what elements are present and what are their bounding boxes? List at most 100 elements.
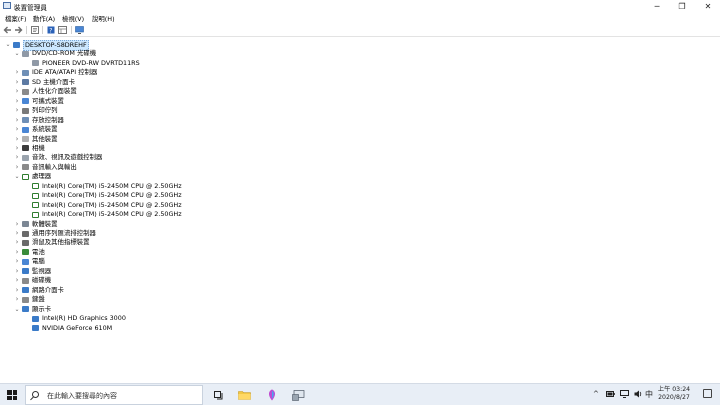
- tree-device[interactable]: Intel(R) Core(TM) i5-2450M CPU @ 2.50GHz: [0, 210, 720, 219]
- expand-chevron-icon[interactable]: ›: [14, 257, 20, 266]
- expand-chevron-icon[interactable]: ›: [14, 248, 20, 257]
- tree-category[interactable]: › 電腦: [0, 257, 720, 266]
- portable-device-icon: [22, 98, 29, 105]
- expand-chevron-icon[interactable]: ›: [14, 78, 20, 87]
- expand-chevron-icon[interactable]: ›: [14, 238, 20, 247]
- expand-chevron-icon[interactable]: ›: [14, 68, 20, 77]
- menu-file[interactable]: 檔案(F): [5, 14, 26, 23]
- help-icon[interactable]: ?: [46, 26, 55, 34]
- tree-node-label: 通用序列匯流排控制器: [32, 229, 96, 237]
- forward-arrow-icon[interactable]: [14, 26, 23, 34]
- collapse-chevron-icon[interactable]: ⌄: [5, 40, 11, 49]
- tree-category[interactable]: › 磁碟機: [0, 276, 720, 285]
- tree-node-label: 磁碟機: [32, 276, 52, 285]
- battery-icon: [22, 249, 29, 256]
- tree-category[interactable]: › 網路介面卡: [0, 286, 720, 295]
- tree-node-label: NVIDIA GeForce 610M: [42, 323, 113, 332]
- tree-device[interactable]: Intel(R) Core(TM) i5-2450M CPU @ 2.50GHz: [0, 182, 720, 191]
- tree-category[interactable]: › 系統裝置: [0, 125, 720, 134]
- expand-chevron-icon[interactable]: ›: [14, 116, 20, 125]
- expand-chevron-icon[interactable]: ›: [14, 220, 20, 229]
- tree-category[interactable]: › 電池: [0, 248, 720, 257]
- battery-tray-icon[interactable]: [606, 391, 615, 399]
- tree-category[interactable]: › 監視器: [0, 267, 720, 276]
- tree-device[interactable]: PIONEER DVD-RW DVRTD11RS: [0, 59, 720, 68]
- menu-action[interactable]: 動作(A): [33, 14, 55, 23]
- tree-category[interactable]: ⌄ 顯示卡: [0, 305, 720, 314]
- maximize-button[interactable]: ❐: [670, 0, 694, 12]
- tray-chevron-icon[interactable]: ^: [593, 390, 599, 398]
- tree-category[interactable]: › 人性化介面裝置: [0, 87, 720, 96]
- title-bar: 裝置管理員 ─ ❐ ✕: [0, 0, 720, 12]
- network-tray-icon[interactable]: [620, 390, 629, 400]
- expand-chevron-icon[interactable]: ›: [14, 106, 20, 115]
- tree-category[interactable]: › 鍵盤: [0, 295, 720, 304]
- expand-chevron-icon[interactable]: ›: [14, 87, 20, 96]
- tree-category[interactable]: › 滑鼠及其他指標裝置: [0, 238, 720, 247]
- tree-device[interactable]: Intel(R) Core(TM) i5-2450M CPU @ 2.50GHz: [0, 191, 720, 200]
- expand-chevron-icon[interactable]: ›: [14, 125, 20, 134]
- monitor-scan-icon[interactable]: [75, 26, 84, 34]
- computer-icon: [13, 41, 20, 48]
- task-view-icon[interactable]: [211, 387, 227, 403]
- other-device-icon: [22, 136, 29, 142]
- tree-category[interactable]: › 音訊輸入與輸出: [0, 163, 720, 172]
- disk-drive-icon: [22, 277, 29, 284]
- expand-chevron-icon[interactable]: ›: [14, 295, 20, 304]
- properties-icon[interactable]: [30, 26, 39, 34]
- close-button[interactable]: ✕: [696, 0, 720, 12]
- tree-category[interactable]: › 存放控制器: [0, 116, 720, 125]
- tree-category[interactable]: › 通用序列匯流排控制器: [0, 229, 720, 238]
- windows-start-icon[interactable]: [7, 390, 17, 400]
- tree-category[interactable]: › 音效、視訊及遊戲控制器: [0, 153, 720, 162]
- tree-category[interactable]: ⌄ 處理器: [0, 172, 720, 181]
- collapse-chevron-icon[interactable]: ⌄: [14, 172, 20, 181]
- processor-icon: [22, 173, 29, 180]
- menu-help[interactable]: 說明(H): [92, 14, 115, 23]
- tree-node-label: SD 主機介面卡: [32, 77, 75, 86]
- tree-node-label: Intel(R) Core(TM) i5-2450M CPU @ 2.50GHz: [42, 191, 182, 200]
- expand-chevron-icon[interactable]: ›: [14, 153, 20, 162]
- tree-category[interactable]: ⌄ DVD/CD-ROM 光碟機: [0, 49, 720, 58]
- tree-category[interactable]: › 軟體裝置: [0, 220, 720, 229]
- ime-indicator[interactable]: 中: [645, 389, 653, 400]
- window-title: 裝置管理員: [14, 4, 47, 12]
- tree-node-label: 可攜式裝置: [32, 96, 64, 105]
- tree-device[interactable]: NVIDIA GeForce 610M: [0, 324, 720, 333]
- volume-tray-icon[interactable]: [634, 390, 643, 400]
- tree-category[interactable]: › SD 主機介面卡: [0, 78, 720, 87]
- tree-device[interactable]: Intel(R) HD Graphics 3000: [0, 314, 720, 323]
- expand-chevron-icon[interactable]: ›: [14, 267, 20, 276]
- expand-chevron-icon[interactable]: ›: [14, 286, 20, 295]
- tree-category[interactable]: › 可攜式裝置: [0, 97, 720, 106]
- notification-icon[interactable]: [703, 389, 712, 398]
- view-icon[interactable]: [58, 26, 67, 34]
- mouse-icon: [22, 239, 29, 246]
- expand-chevron-icon[interactable]: ›: [14, 276, 20, 285]
- collapse-chevron-icon[interactable]: ⌄: [14, 305, 20, 314]
- tree-category[interactable]: › IDE ATA/ATAPI 控制器: [0, 68, 720, 77]
- file-explorer-icon[interactable]: [236, 387, 252, 403]
- tree-root[interactable]: ⌄ DESKTOP-S8DREHF: [0, 40, 720, 51]
- collapse-chevron-icon[interactable]: ⌄: [14, 49, 20, 58]
- expand-chevron-icon[interactable]: ›: [14, 144, 20, 153]
- taskbar-clock[interactable]: 上午 03:24 2020/8/27: [656, 386, 692, 402]
- tree-node-label: 鍵盤: [32, 295, 45, 304]
- back-arrow-icon[interactable]: [3, 26, 12, 34]
- display-adapter-icon: [22, 306, 29, 313]
- menu-bar: 檔案(F) 動作(A) 檢視(V) 說明(H): [0, 12, 720, 23]
- app-feather-icon[interactable]: [264, 387, 280, 403]
- expand-chevron-icon[interactable]: ›: [14, 229, 20, 238]
- svg-text:?: ?: [49, 27, 52, 34]
- tree-category[interactable]: › 相機: [0, 144, 720, 153]
- expand-chevron-icon[interactable]: ›: [14, 135, 20, 144]
- device-manager-taskbar-icon[interactable]: [290, 387, 306, 403]
- tree-device[interactable]: Intel(R) Core(TM) i5-2450M CPU @ 2.50GHz: [0, 201, 720, 210]
- taskbar-search-box[interactable]: 在此輸入要搜尋的內容: [25, 385, 203, 405]
- minimize-button[interactable]: ─: [645, 0, 669, 12]
- expand-chevron-icon[interactable]: ›: [14, 97, 20, 106]
- tree-category[interactable]: › 列印佇列: [0, 106, 720, 115]
- menu-view[interactable]: 檢視(V): [62, 14, 84, 23]
- expand-chevron-icon[interactable]: ›: [14, 163, 20, 172]
- tree-category[interactable]: › 其他裝置: [0, 135, 720, 144]
